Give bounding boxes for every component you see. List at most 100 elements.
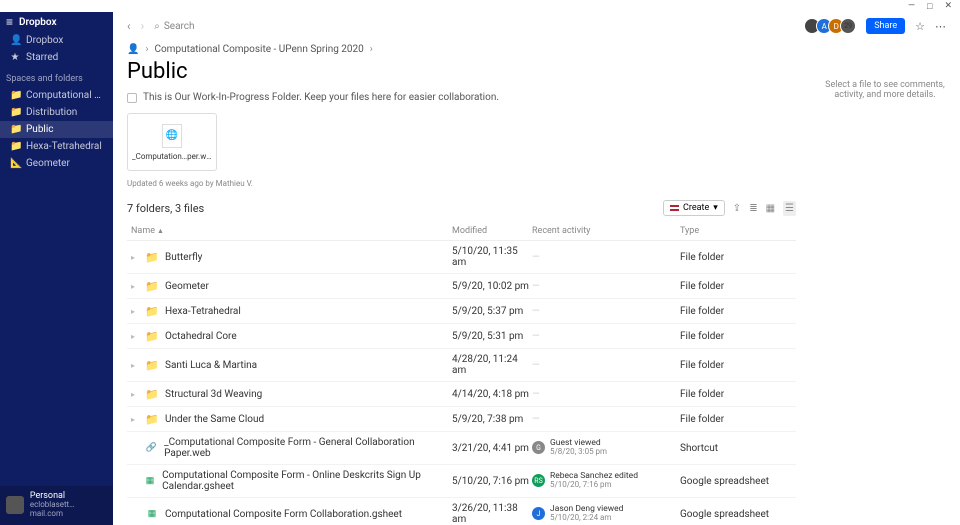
table-row[interactable]: ▸ 📁 Geometer 5/9/20, 10:02 pm — File fol…: [127, 274, 796, 299]
activity-avatar: RS: [532, 474, 545, 487]
sidebar: ≡ Dropbox 👤Dropbox★Starred Spaces and fo…: [0, 12, 113, 525]
table-row[interactable]: ▦ Computational Composite Form - Online …: [127, 465, 796, 498]
nav-icon: ★: [10, 52, 20, 63]
folder-icon: 📁: [145, 304, 159, 318]
expand-icon[interactable]: ▸: [131, 361, 139, 370]
row-modified: 5/9/20, 5:37 pm: [452, 306, 532, 317]
sidebar-folder-item[interactable]: 📁Computational Co…: [0, 87, 113, 104]
view-detail-icon[interactable]: ☰: [783, 201, 796, 216]
expand-icon[interactable]: ▸: [131, 307, 139, 316]
file-card-label: _Computation…per.web: [128, 152, 216, 161]
sidebar-folder-item[interactable]: 📐Geometer: [0, 155, 113, 172]
row-name: Under the Same Cloud: [165, 414, 264, 425]
folder-icon: 📁: [10, 141, 20, 152]
row-type: File folder: [680, 331, 796, 342]
row-activity: —: [532, 414, 680, 425]
col-name-header[interactable]: Name▲: [127, 226, 452, 236]
table-header: Name▲ Modified Recent activity Type: [127, 222, 796, 241]
hamburger-icon[interactable]: ≡: [6, 15, 13, 29]
expand-icon[interactable]: ▸: [131, 282, 139, 291]
upload-icon[interactable]: ⇪: [733, 203, 741, 214]
breadcrumb-parent[interactable]: Computational Composite - UPenn Spring 2…: [154, 44, 363, 55]
expand-icon[interactable]: ▸: [131, 390, 139, 399]
row-modified: 5/9/20, 10:02 pm: [452, 281, 532, 292]
sidebar-section-label: Spaces and folders: [0, 66, 113, 87]
col-activity-header[interactable]: Recent activity: [532, 226, 680, 236]
collaborator-avatars[interactable]: AD29: [808, 18, 856, 34]
breadcrumb: 👤 › Computational Composite - UPenn Spri…: [127, 44, 796, 55]
col-type-header[interactable]: Type: [680, 226, 796, 236]
file-card[interactable]: 🌐 _Computation…per.web: [127, 113, 217, 171]
sidebar-folder-item[interactable]: 📁 Public: [0, 121, 113, 138]
row-activity: JJason Deng viewed5/10/20, 2:24 am: [532, 505, 680, 523]
activity-empty: —: [532, 414, 540, 425]
row-type: File folder: [680, 306, 796, 317]
sidebar-nav-item[interactable]: 👤Dropbox: [0, 32, 113, 49]
table-row[interactable]: ▦ Computational Composite Form Collabora…: [127, 498, 796, 525]
folder-icon: 📁: [145, 329, 159, 343]
row-name: Computational Composite Form Collaborati…: [165, 509, 402, 520]
table-row[interactable]: ▸ 📁 Octahedral Core 5/9/20, 5:31 pm — Fi…: [127, 324, 796, 349]
share-button[interactable]: Share: [866, 18, 905, 34]
row-activity: RSRebeca Sanchez edited5/10/20, 7:16 pm: [532, 472, 680, 490]
table-row[interactable]: 🔗 _Computational Composite Form - Genera…: [127, 432, 796, 465]
row-type: Google spreadsheet: [680, 509, 796, 520]
details-pane: Select a file to see comments, activity,…: [810, 40, 960, 525]
folder-icon: 📁: [145, 358, 159, 372]
row-modified: 3/26/20, 11:38 am: [452, 503, 532, 525]
more-icon[interactable]: ⋯: [935, 20, 946, 33]
activity-empty: —: [532, 281, 540, 292]
row-name: Butterfly: [165, 252, 202, 263]
row-modified: 5/10/20, 11:35 am: [452, 246, 532, 268]
table-row[interactable]: ▸ 📁 Structural 3d Weaving 4/14/20, 4:18 …: [127, 382, 796, 407]
activity-empty: —: [532, 360, 540, 371]
row-name: Structural 3d Weaving: [165, 389, 262, 400]
row-name: _Computational Composite Form - General …: [164, 437, 452, 459]
updated-text: Updated 6 weeks ago by Mathieu V.: [127, 179, 796, 188]
expand-icon[interactable]: ▸: [131, 332, 139, 341]
table-row[interactable]: ▸ 📁 Butterfly 5/10/20, 11:35 am — File f…: [127, 241, 796, 274]
folder-icon: 📁: [10, 90, 20, 101]
view-grid-icon[interactable]: ▦: [766, 203, 775, 214]
topbar: ‹ › ⌕ Search AD29 Share ☆ ⋯: [113, 12, 960, 40]
details-hint: Select a file to see comments, activity,…: [820, 80, 950, 100]
row-activity: —: [532, 389, 680, 400]
star-icon[interactable]: ☆: [915, 20, 925, 33]
sidebar-nav-item[interactable]: ★Starred: [0, 49, 113, 66]
row-name: Santi Luca & Martina: [165, 360, 257, 371]
folder-icon: 📁: [10, 107, 20, 118]
table-row[interactable]: ▸ 📁 Hexa-Tetrahedral 5/9/20, 5:37 pm — F…: [127, 299, 796, 324]
expand-icon[interactable]: ▸: [131, 253, 139, 262]
chevron-right-icon: ›: [370, 44, 373, 55]
sidebar-folder-item[interactable]: 📁Distribution: [0, 104, 113, 121]
table-row[interactable]: ▸ 📁 Under the Same Cloud 5/9/20, 7:38 pm…: [127, 407, 796, 432]
window-minimize[interactable]: —: [908, 1, 915, 11]
create-button[interactable]: Create ▾: [663, 200, 725, 216]
nav-forward-icon[interactable]: ›: [141, 19, 145, 33]
table-row[interactable]: ▸ 📁 Santi Luca & Martina 4/28/20, 11:24 …: [127, 349, 796, 382]
row-activity: —: [532, 252, 680, 263]
activity-time: 5/10/20, 7:16 pm: [550, 481, 638, 490]
description-checkbox[interactable]: [127, 93, 137, 103]
window-maximize[interactable]: □: [927, 1, 932, 12]
view-list-icon[interactable]: ≣: [749, 203, 757, 214]
activity-avatar: J: [532, 507, 545, 520]
folder-icon: 📁: [10, 124, 20, 135]
flag-icon: [670, 205, 679, 211]
breadcrumb-root-icon[interactable]: 👤: [127, 44, 139, 55]
col-modified-header[interactable]: Modified: [452, 226, 532, 236]
sidebar-folder-item[interactable]: 📁Hexa-Tetrahedral: [0, 138, 113, 155]
avatar-overflow-count[interactable]: 29: [840, 18, 856, 34]
folder-label: Geometer: [26, 158, 70, 169]
folder-label: Public: [26, 124, 54, 135]
expand-icon[interactable]: ▸: [131, 415, 139, 424]
nav-back-icon[interactable]: ‹: [127, 19, 131, 33]
sidebar-user[interactable]: Personal ecloblasett…mail.com: [0, 486, 113, 525]
user-avatar-icon: [6, 496, 24, 514]
search-input[interactable]: ⌕ Search: [154, 21, 798, 32]
link-icon: 🔗: [145, 441, 158, 455]
sidebar-header[interactable]: ≡ Dropbox: [0, 12, 113, 32]
sort-asc-icon: ▲: [157, 227, 164, 235]
window-close[interactable]: ✕: [944, 1, 952, 11]
row-activity: —: [532, 306, 680, 317]
